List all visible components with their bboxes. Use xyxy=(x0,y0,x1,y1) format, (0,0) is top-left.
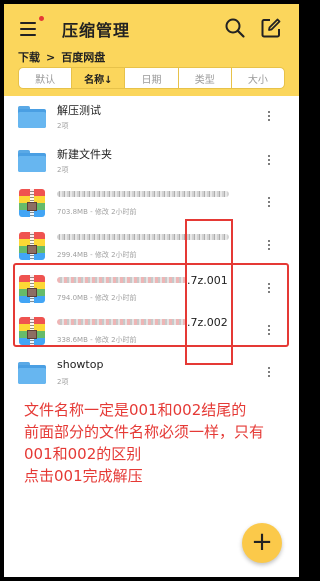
folder-icon xyxy=(18,146,46,176)
breadcrumb-separator: > xyxy=(46,51,56,64)
file-name xyxy=(57,188,229,201)
folder-icon xyxy=(18,358,46,388)
add-button[interactable]: + xyxy=(242,523,282,563)
more-icon[interactable] xyxy=(264,238,274,252)
file-meta: 299.4MB - 修改 2小时前 xyxy=(57,251,137,259)
sort-tab-date[interactable]: 日期 xyxy=(125,68,179,88)
folder-icon xyxy=(18,102,46,132)
archive-icon xyxy=(18,188,46,218)
file-meta: 2项 xyxy=(57,378,69,386)
list-item[interactable]: 解压测试 2项 xyxy=(4,96,299,140)
list-item[interactable]: 新建文件夹 2项 xyxy=(4,140,299,184)
annotation-line: 前面部分的文件名称必须一样，只有 xyxy=(24,423,265,441)
more-icon[interactable] xyxy=(264,109,274,123)
sort-tab-type[interactable]: 类型 xyxy=(179,68,232,88)
more-icon[interactable] xyxy=(264,153,274,167)
breadcrumb-item-baidu[interactable]: 百度网盘 xyxy=(61,49,105,65)
sort-tab-name[interactable]: 名称↓ xyxy=(72,68,126,88)
annotation-box-split-files xyxy=(13,263,289,347)
file-name: showtop xyxy=(57,358,104,371)
search-button[interactable] xyxy=(224,17,246,39)
app-title: 压缩管理 xyxy=(62,21,131,40)
sort-tab-default[interactable]: 默认 xyxy=(19,68,73,88)
file-meta: 2项 xyxy=(57,166,69,174)
sort-bar: 默认 名称↓ 日期 类型 大小 xyxy=(18,67,285,89)
app-screen: 压缩管理 下载 > 百度网盘 默认 名称↓ 日期 类型 大小 解压测试 2项 新… xyxy=(4,4,299,577)
sort-tab-size[interactable]: 大小 xyxy=(232,68,284,88)
file-name: 新建文件夹 xyxy=(57,148,112,161)
top-bar: 压缩管理 下载 > 百度网盘 默认 名称↓ 日期 类型 大小 xyxy=(4,4,299,96)
annotation-text: 文件名称一定是001和002结尾的 前面部分的文件名称必须一样，只有 001和0… xyxy=(24,399,294,487)
breadcrumb: 下载 > 百度网盘 xyxy=(18,49,105,65)
breadcrumb-item-downloads[interactable]: 下载 xyxy=(18,49,40,65)
list-item[interactable]: showtop 2项 xyxy=(4,352,299,396)
archive-icon xyxy=(18,231,46,261)
file-name: 解压测试 xyxy=(57,104,101,117)
more-icon[interactable] xyxy=(264,365,274,379)
list-item[interactable]: 703.8MB - 修改 2小时前 xyxy=(4,182,299,226)
annotation-line: 文件名称一定是001和002结尾的 xyxy=(24,401,247,419)
plus-icon: + xyxy=(251,527,273,557)
search-icon xyxy=(225,18,245,38)
edit-icon xyxy=(261,18,281,38)
menu-button[interactable] xyxy=(18,16,44,40)
redacted-name xyxy=(57,191,229,197)
annotation-line: 001和002的区别 xyxy=(24,445,142,463)
file-meta: 703.8MB - 修改 2小时前 xyxy=(57,208,137,216)
more-icon[interactable] xyxy=(264,195,274,209)
new-file-button[interactable] xyxy=(260,17,282,39)
notification-dot xyxy=(39,16,44,21)
file-meta: 2项 xyxy=(57,122,69,130)
annotation-line: 点击001完成解压 xyxy=(24,467,143,485)
